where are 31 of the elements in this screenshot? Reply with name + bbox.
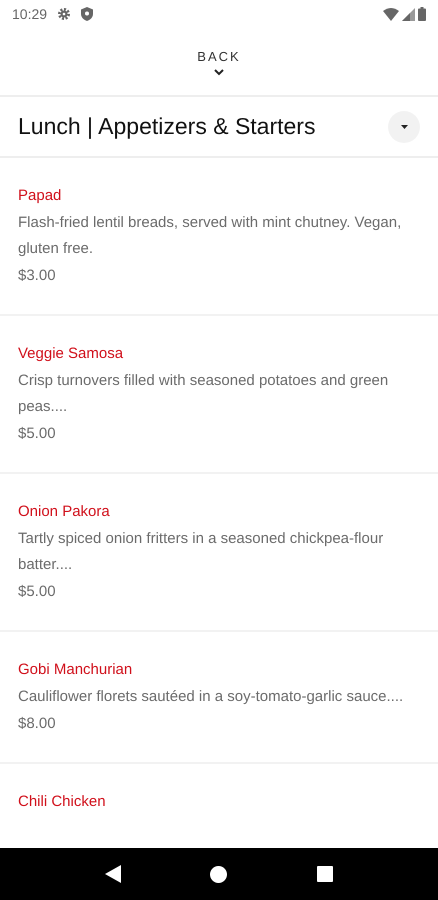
item-price: $5.00 — [18, 424, 57, 444]
menu-item[interactable]: Gobi Manchurian Cauliflower florets sautéed in a soy-tomato-garlic sauce.... $8.00 — [0, 632, 438, 764]
item-price: $5.00 — [18, 582, 57, 602]
category-title: Lunch | Appetizers & Starters — [18, 112, 316, 142]
caret-down-icon — [400, 124, 408, 128]
status-time: 10:29 — [12, 4, 48, 24]
chevron-down-icon — [214, 68, 224, 76]
shield-icon — [81, 7, 94, 21]
menu-item[interactable]: Chili Chicken — [0, 764, 438, 837]
item-name: Gobi Manchurian — [18, 660, 134, 680]
recents-square-icon[interactable] — [317, 866, 334, 882]
menu-item[interactable]: Onion Pakora Tartly spiced onion fritters in a seasoned chickpea-flour batter.... $5.00 — [0, 474, 438, 632]
item-description: Cauliflower florets sautéed in a soy-tomato-garlic sauce.... — [18, 687, 404, 707]
menu-item[interactable]: Papad Flash-fried lentil breads, served with mint chutney. Vegan, gluten free. $3.00 — [0, 158, 438, 316]
wifi-icon — [383, 8, 399, 20]
item-description: Flash-fried lentil breads, served with mint chutney. Vegan, gluten free. — [18, 213, 402, 259]
item-name: Papad — [18, 186, 62, 206]
item-price: $3.00 — [18, 266, 57, 286]
item-name: Chili Chicken — [18, 792, 107, 812]
back-triangle-icon[interactable] — [104, 865, 121, 883]
item-name: Onion Pakora — [18, 502, 111, 522]
home-circle-icon[interactable] — [210, 866, 228, 882]
back-button[interactable]: BACK — [181, 28, 257, 95]
item-name: Veggie Samosa — [18, 344, 124, 364]
item-price: $8.00 — [18, 714, 57, 734]
battery-icon — [418, 7, 426, 21]
signal-icon — [402, 8, 415, 20]
item-description: Tartly spiced onion fritters in a seasoned chickpea-flour batter.... — [18, 529, 384, 575]
item-description: Crisp turnovers filled with seasoned potatoes and green peas.... — [18, 371, 390, 417]
gear-icon — [57, 7, 72, 21]
menu-item[interactable]: Veggie Samosa Crisp turnovers filled with seasoned potatoes and green peas.... $5.00 — [0, 316, 438, 474]
